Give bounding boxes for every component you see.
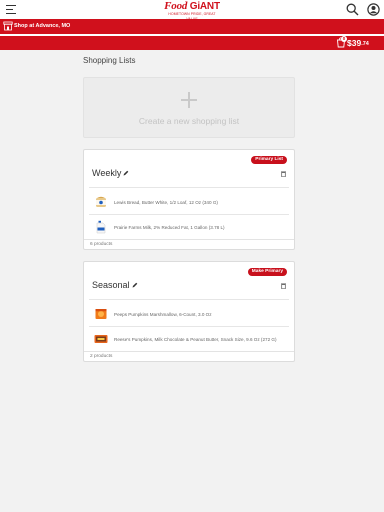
list-name: Seasonal <box>92 280 138 290</box>
top-header: Food GiANT HOMETOWN PRIDE, GREAT VALUE <box>0 0 384 22</box>
list-name: Weekly <box>92 168 129 178</box>
create-list-button[interactable]: Create a new shopping list <box>83 77 295 138</box>
shopping-list-card-seasonal[interactable]: Make Primary Seasonal Peeps Pumpkins Mar… <box>83 261 295 362</box>
create-list-label: Create a new shopping list <box>138 116 240 126</box>
divider <box>89 187 289 188</box>
list-item-name: Prairie Farms Milk, 2% Reduced Fat, 1 Ga… <box>114 224 225 230</box>
peeps-product-image <box>95 309 107 319</box>
store-selector-bar[interactable]: Shop at Advance, MO <box>0 19 384 34</box>
make-primary-button[interactable]: Make Primary <box>247 268 287 276</box>
edit-pencil-icon[interactable] <box>123 170 129 176</box>
product-count: 6 products <box>90 242 113 247</box>
page-title: Shopping Lists <box>83 56 136 65</box>
list-item[interactable]: Prairie Farms Milk, 2% Reduced Fat, 1 Ga… <box>92 215 286 239</box>
cart-total[interactable]: $39.74 <box>347 37 369 50</box>
shopping-list-card-weekly[interactable]: Primary List Weekly Lewis Bread, Butter … <box>83 149 295 250</box>
reeses-product-image <box>94 335 108 343</box>
store-icon <box>3 21 13 31</box>
divider <box>89 299 289 300</box>
list-footer: 6 products <box>84 239 294 249</box>
trash-icon[interactable] <box>281 171 286 177</box>
bread-product-image <box>96 196 106 207</box>
logo-text-giant: GiANT <box>189 1 220 12</box>
cart-total-cents: .74 <box>361 40 369 47</box>
hamburger-menu-icon[interactable] <box>6 5 16 14</box>
food-giant-logo[interactable]: Food GiANT HOMETOWN PRIDE, GREAT VALUE <box>164 0 220 22</box>
cart-total-dollars: $39 <box>347 37 362 48</box>
search-icon[interactable] <box>346 3 359 16</box>
logo-text: Food <box>164 0 188 12</box>
list-name-text: Seasonal <box>92 280 130 290</box>
list-item-name: Lewis Bread, Butter White, 1/2 Loaf, 12 … <box>114 199 218 205</box>
product-count: 2 products <box>90 354 113 359</box>
list-footer: 2 products <box>84 351 294 361</box>
list-item-name: Peeps Pumpkins Marshmallow, 6-Count, 3.0… <box>114 311 212 317</box>
milk-product-image <box>96 220 106 234</box>
user-icon[interactable] <box>367 3 380 16</box>
primary-list-badge: Primary List <box>251 156 287 164</box>
list-name-text: Weekly <box>92 168 122 178</box>
edit-pencil-icon[interactable] <box>132 282 138 288</box>
list-item-name: Reese's Pumpkins, Milk Chocolate & Peanu… <box>114 336 277 342</box>
list-item[interactable]: Lewis Bread, Butter White, 1/2 Loaf, 12 … <box>92 190 286 214</box>
list-item[interactable]: Reese's Pumpkins, Milk Chocolate & Peanu… <box>92 327 286 351</box>
cart-bar: 0 $39.74 <box>0 35 384 50</box>
store-label: Shop at Advance, MO <box>14 23 71 29</box>
list-item[interactable]: Peeps Pumpkins Marshmallow, 6-Count, 3.0… <box>92 302 286 326</box>
trash-icon[interactable] <box>281 283 286 289</box>
plus-icon <box>180 91 198 109</box>
